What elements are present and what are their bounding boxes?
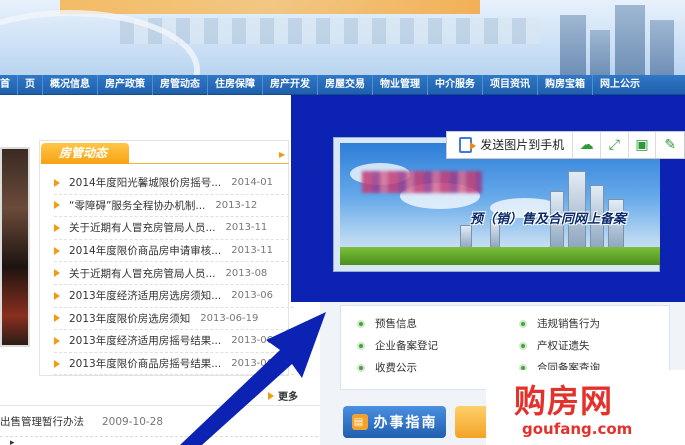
green-dot-icon [519,319,527,328]
bottom-bullet-icon: ▸ [10,438,15,445]
nav-item-housing-security[interactable]: 住房保障 [208,74,263,95]
bullet-arrow-icon [54,359,60,368]
news-item-title[interactable]: 关于近期有人冒充房管局人员... [69,266,216,281]
save-icon[interactable]: ▣ [629,132,657,158]
nav-item-toolbox[interactable]: 购房宝箱 [538,74,593,95]
book-icon: ▤ [351,414,368,430]
service-label[interactable]: 企业备案登记 [375,338,438,353]
nav-item-property-mgmt[interactable]: 物业管理 [373,74,428,95]
service-link[interactable]: 收费公示 [357,360,417,375]
bottom-item-title[interactable]: 出售管理暂行办法 [0,416,84,428]
service-link[interactable]: 企业备案登记 [357,338,438,353]
nav-item-news[interactable]: 房管动态 [153,74,208,95]
news-item[interactable]: 关于近期有人冒充房管局人员... 2013-11 [54,217,294,240]
news-item-date: 2014-01 [231,177,274,189]
bullet-arrow-icon [54,223,60,232]
news-item-title[interactable]: 2013年度限价房选房须知 [69,311,190,326]
news-section-divider [129,163,289,164]
green-dot-icon [519,341,527,350]
tower [460,225,472,249]
service-link[interactable]: 预售信息 [357,316,417,331]
watermark-brand: 购房网 [514,382,614,420]
service-label[interactable]: 预售信息 [375,316,417,331]
news-item[interactable]: “零障碍”服务全程协办机制... 2013-12 [54,195,294,218]
image-toolbar: 发送图片到手机 ☁ ⤢ ▣ ✎ [446,131,685,159]
bullet-arrow-icon [54,246,60,255]
promo-slide-title: 预（销）售及合同网上备案 [470,212,627,227]
nav-item-transactions[interactable]: 房屋交易 [318,74,373,95]
service-guide-button[interactable]: ▤ 办事指南 [343,406,446,438]
nav-item-overview[interactable]: 概况信息 [43,74,98,95]
news-item-date: 2013-08 [225,267,268,279]
news-item[interactable]: 关于近期有人冒充房管局人员... 2013-08 [54,262,294,285]
green-dot-icon [357,319,365,328]
bullet-arrow-icon [54,178,60,187]
news-item-date: 2013-12 [215,199,258,211]
service-link[interactable]: 违规销售行为 [519,316,600,331]
news-item-title[interactable]: “零障碍”服务全程协办机制... [69,198,205,213]
green-dot-icon [357,341,365,350]
bullet-arrow-icon [54,314,60,323]
bottom-list-item[interactable]: 出售管理暂行办法 2009-10-28 [0,414,163,429]
nav-item-agency[interactable]: 中介服务 [428,74,483,95]
news-item-title[interactable]: 关于近期有人冒充房管局人员... [69,220,216,235]
portrait-photo[interactable] [0,147,30,347]
nav-item-development[interactable]: 房产开发 [263,74,318,95]
fullscreen-icon[interactable]: ⤢ [601,132,629,158]
cloud-icon[interactable]: ☁ [573,132,601,158]
banner-building [590,30,610,75]
watermark-domain: goufang.com [522,420,633,438]
news-section-tab[interactable]: 房管动态 [41,143,129,164]
pointer-arrow [180,312,326,445]
bullet-arrow-icon [54,201,60,210]
nav-item-home-2[interactable]: 页 [18,74,43,95]
service-label[interactable]: 违规销售行为 [537,316,600,331]
send-to-phone-icon[interactable] [459,137,477,153]
blurred-logo [362,171,482,193]
grass [340,247,660,265]
header-banner [0,0,685,75]
banner-building [615,5,645,75]
news-item[interactable]: 2014年度限价商品房申请审核... 2013-11 [54,240,294,263]
send-to-phone-button[interactable]: 发送图片到手机 [480,132,574,158]
nav-item-projects[interactable]: 项目资讯 [483,74,538,95]
nav-item-policy[interactable]: 房产政策 [98,74,153,95]
news-more-arrow-icon[interactable]: ▶ [279,150,285,159]
banner-building [650,20,674,75]
service-label[interactable]: 收费公示 [375,360,417,375]
main-nav: 首 页 概况信息 房产政策 房管动态 住房保障 房产开发 房屋交易 物业管理 中… [0,74,685,95]
news-item-date: 2013-11 [225,222,268,234]
arrow-shape [180,312,326,445]
service-guide-label: 办事指南 [373,415,438,431]
service-link[interactable]: 产权证遗失 [519,338,590,353]
bullet-arrow-icon [54,336,60,345]
bullet-arrow-icon [54,291,60,300]
edit-icon[interactable]: ✎ [656,132,684,158]
promo-slide-image [340,143,660,265]
nav-item-public-notice[interactable]: 网上公示 [593,75,647,95]
bullet-arrow-icon [54,269,60,278]
news-item-date: 2013-11 [231,245,274,257]
service-label[interactable]: 产权证遗失 [537,338,590,353]
news-item-title[interactable]: 2014年度限价商品房申请审核... [69,243,221,258]
news-item-title[interactable]: 2014年度阳光馨城限价房摇号... [69,175,221,190]
nav-item-home-1[interactable]: 首 [0,74,18,95]
watermark: 购房网 goufang.com [486,370,685,445]
banner-orange-strip [60,0,480,14]
bottom-item-date: 2009-10-28 [102,416,164,428]
green-dot-icon [357,363,365,372]
banner-building [560,15,586,75]
news-item[interactable]: 2014年度阳光馨城限价房摇号... 2014-01 [54,172,294,195]
